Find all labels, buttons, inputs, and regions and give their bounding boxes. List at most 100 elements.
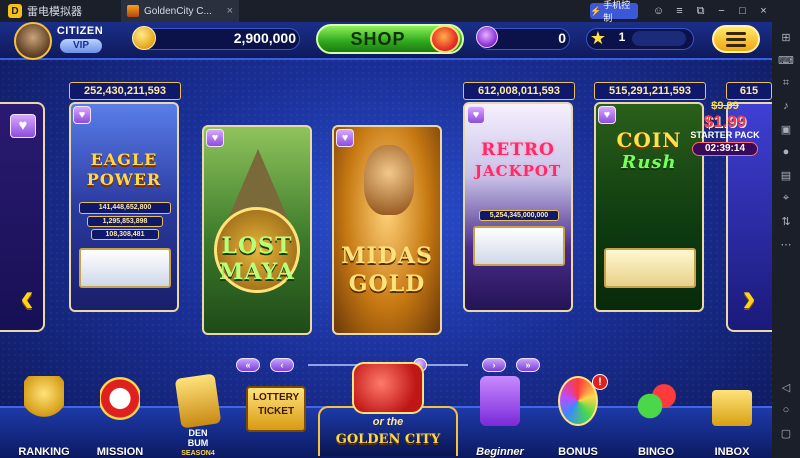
starter-pack-label: STARTER PACK (690, 130, 760, 140)
emulator-side-toolbar: ⊞ ⌨ ⌗ ♪ ▣ ● ▤ ⌖ ⇅ ⋯ ◁ ○ ▢ (772, 22, 800, 458)
emulator-name: 雷电模拟器 (27, 6, 82, 18)
starter-pack-price: $1.99 (703, 112, 747, 131)
game-tab-title: GoldenCity C... (144, 5, 212, 17)
favorite-heart-icon[interactable]: ♥ (73, 106, 91, 124)
record-icon[interactable]: ● (778, 145, 794, 159)
jackpot-counter-coin-rush: 515,291,211,593 (594, 82, 706, 100)
nav-inbox[interactable]: INBOX (698, 376, 766, 458)
slot-title-line-2: POWER (86, 170, 162, 189)
emulator-logo-icon: D (8, 4, 22, 18)
shop-label[interactable]: SHOP (330, 29, 426, 50)
favorite-heart-icon[interactable]: ♥ (10, 114, 36, 138)
back-icon[interactable]: ◁ (778, 380, 794, 394)
star-icon: ★ (589, 28, 607, 48)
jackpot-counter-retro: 612,008,011,593 (463, 82, 575, 100)
retro-jackpot-1: 5,254,345,000,000 (479, 210, 559, 221)
restore-icon[interactable]: ⧉ (690, 5, 711, 18)
starter-pack-offer[interactable]: $9.99 $1.99 STARTER PACK 02:39:14 (686, 100, 764, 158)
starter-pack-timer: 02:39:14 (692, 142, 758, 156)
nav-label: Beginner (476, 446, 524, 458)
nav-album[interactable]: DEN BUM SEASON4 (164, 373, 232, 458)
window-controls: ☺ ≡ ⧉ − □ × (648, 0, 774, 22)
bingo-balls-icon (636, 376, 676, 426)
golden-city-button[interactable]: or the GOLDEN CITY (318, 362, 458, 458)
player-rank: CITIZEN (56, 25, 104, 37)
target-icon (100, 376, 140, 426)
folder-icon[interactable]: ▤ (778, 168, 794, 182)
level-progress-bar (632, 31, 686, 46)
location-icon[interactable]: ⌖ (778, 191, 794, 205)
favorite-heart-icon[interactable]: ♥ (467, 106, 485, 124)
nav-lottery-ticket[interactable]: LOTTERY TICKET (242, 376, 310, 458)
more-icon[interactable]: ⋯ (778, 237, 794, 251)
slot-title-line-1: LOST (221, 233, 293, 259)
favorite-heart-icon[interactable]: ♥ (336, 129, 354, 147)
player-avatar[interactable] (14, 22, 52, 60)
nav-mission[interactable]: MISSION (86, 376, 154, 458)
pager-next-button[interactable]: › (482, 358, 506, 372)
pager-last-button[interactable]: » (516, 358, 540, 372)
gamepad-icon[interactable]: ⌨ (778, 53, 794, 67)
phone-control-button[interactable]: ⚡ 手机控制 (590, 0, 638, 23)
slot-title-line-2: GOLD (348, 271, 426, 297)
slot-card-retro-jackpot[interactable]: ♥ RETRO JACKPOT 5,254,345,000,000 (463, 102, 573, 312)
maximize-icon[interactable]: □ (732, 5, 753, 17)
tab-close-icon[interactable]: × (227, 5, 233, 17)
nav-label: RANKING (18, 446, 70, 458)
album-line-1: DEN (188, 428, 208, 438)
player-level: 1 (618, 30, 626, 44)
slot-card-midas-gold[interactable]: ♥ MIDAS GOLD (332, 125, 442, 335)
eagle-jackpot-2: 1,295,853,898 (87, 216, 163, 227)
slot-title-line-1: RETRO (481, 140, 555, 160)
pager-first-button[interactable]: « (236, 358, 260, 372)
jackpot-counter-partial: 615 (726, 82, 772, 100)
menu-line (726, 37, 746, 41)
golden-city-title: GOLDEN CITY (335, 432, 441, 447)
account-icon[interactable]: ☺ (648, 5, 669, 17)
title-bar: D 雷电模拟器 GoldenCity C... × ⚡ 手机控制 ☺ ≡ ⧉ −… (0, 0, 800, 23)
coin-balance: 2,900,000 (233, 30, 296, 46)
game-screen: CITIZEN VIP 2,900,000 SHOP 0 ★ 1 ♥ 252,4… (0, 22, 772, 458)
carousel-left-arrow-icon[interactable]: ‹ (12, 276, 42, 320)
jackpot-counter-eagle: 252,430,211,593 (69, 82, 181, 100)
album-line-2: BUM (187, 438, 209, 448)
nav-bingo[interactable]: BINGO (622, 376, 690, 458)
screen-icon[interactable]: ▣ (778, 122, 794, 136)
volume-icon[interactable]: ♪ (778, 99, 794, 113)
keyboard-icon[interactable]: ⌗ (778, 76, 794, 90)
favorite-heart-icon[interactable]: ♥ (598, 106, 616, 124)
bonus-notification-badge: ! (592, 374, 608, 390)
menu-line (726, 31, 746, 35)
album-season: SEASON4 (181, 450, 215, 457)
menu-icon[interactable]: ≡ (669, 5, 690, 17)
eagle-jackpot-1: 141,448,652,800 (79, 202, 171, 214)
minimize-icon[interactable]: − (711, 5, 732, 17)
nav-ranking[interactable]: RANKING (10, 376, 78, 458)
main-menu-button[interactable] (712, 25, 760, 53)
home-icon[interactable]: ○ (778, 403, 794, 417)
grid-icon[interactable]: ⊞ (778, 30, 794, 44)
beginner-slot-icon (480, 376, 520, 426)
close-icon[interactable]: × (753, 5, 774, 17)
slot-reels (604, 248, 696, 288)
nav-label: BONUS (558, 446, 598, 458)
carousel-right-arrow-icon[interactable]: › (734, 276, 764, 320)
emulator-window: D 雷电模拟器 GoldenCity C... × ⚡ 手机控制 ☺ ≡ ⧉ −… (0, 0, 800, 458)
trophy-icon (24, 376, 64, 426)
slot-card-lost-maya[interactable]: ♥ LOST MAYA (202, 125, 312, 335)
nav-beginner[interactable]: Beginner (466, 376, 534, 458)
phone-control-icon: ⚡ (590, 5, 602, 16)
coin-icon (132, 26, 156, 50)
slot-card-eagle-power[interactable]: ♥ EAGLE POWER 141,448,652,800 1,295,853,… (69, 102, 179, 312)
shake-icon[interactable]: ⇅ (778, 214, 794, 228)
pager-prev-button[interactable]: ‹ (270, 358, 294, 372)
gift-icon[interactable] (430, 25, 460, 53)
eagle-jackpot-3: 108,308,481 (91, 229, 159, 240)
recent-icon[interactable]: ▢ (778, 426, 794, 440)
vip-badge[interactable]: VIP (60, 39, 102, 53)
favorite-heart-icon[interactable]: ♥ (206, 129, 224, 147)
nav-label: INBOX (714, 446, 750, 458)
phone-control-label: 手机控制 (603, 0, 631, 23)
game-tab[interactable]: GoldenCity C... × (121, 0, 239, 22)
slot-title-line-2: JACKPOT (474, 162, 562, 180)
